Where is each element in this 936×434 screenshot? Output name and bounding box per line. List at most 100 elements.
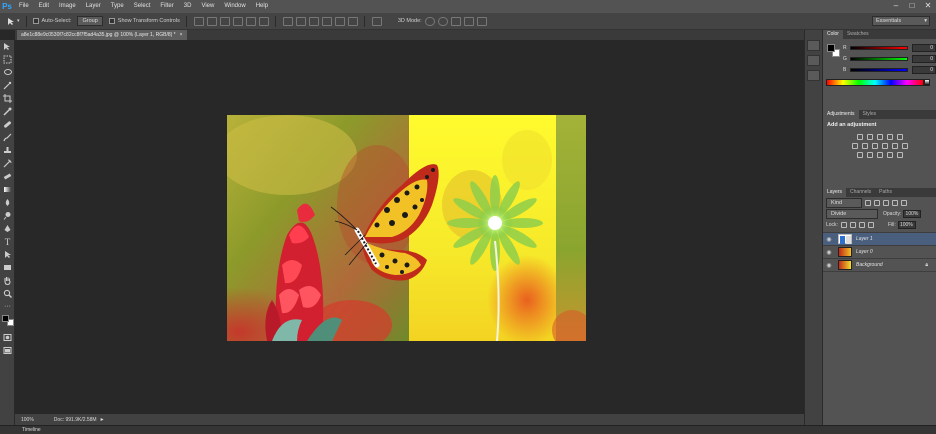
crop-tool[interactable] bbox=[0, 92, 15, 105]
workspace-dropdown[interactable]: Essentials ▾ bbox=[872, 16, 930, 26]
pen-tool[interactable] bbox=[0, 222, 15, 235]
menu-edit[interactable]: Edit bbox=[34, 0, 54, 13]
path-selection-tool[interactable] bbox=[0, 248, 15, 261]
tab-swatches[interactable]: Swatches bbox=[843, 30, 873, 39]
distribute-right-icon[interactable] bbox=[347, 16, 358, 26]
3d-scale-icon[interactable] bbox=[476, 16, 487, 26]
menu-3d[interactable]: 3D bbox=[179, 0, 197, 13]
channel-mixer-icon[interactable] bbox=[891, 143, 898, 149]
clone-stamp-tool[interactable] bbox=[0, 144, 15, 157]
3d-slide-icon[interactable] bbox=[463, 16, 474, 26]
visibility-eye-icon[interactable]: ◉ bbox=[823, 262, 835, 269]
opacity-value[interactable]: 100% bbox=[903, 209, 922, 218]
align-hcenter-icon[interactable] bbox=[245, 16, 256, 26]
filter-smart-object-icon[interactable] bbox=[901, 199, 907, 206]
history-brush-tool[interactable] bbox=[0, 157, 15, 170]
properties-panel-icon[interactable] bbox=[807, 55, 820, 66]
maximize-button[interactable]: □ bbox=[906, 1, 918, 11]
menu-window[interactable]: Window bbox=[219, 0, 250, 13]
document-image[interactable] bbox=[227, 115, 586, 341]
show-transform-checkbox[interactable] bbox=[108, 18, 115, 24]
minimize-button[interactable]: – bbox=[890, 1, 902, 11]
3d-roll-icon[interactable] bbox=[437, 16, 448, 26]
eraser-tool[interactable] bbox=[0, 170, 15, 183]
layer-name[interactable]: Background bbox=[856, 262, 883, 268]
tab-adjustments[interactable]: Adjustments bbox=[823, 110, 859, 119]
color-balance-icon[interactable] bbox=[861, 143, 868, 149]
color-swatches[interactable] bbox=[0, 313, 14, 331]
distribute-bottom-icon[interactable] bbox=[308, 16, 319, 26]
filter-shape-icon[interactable] bbox=[892, 199, 898, 206]
menu-filter[interactable]: Filter bbox=[155, 0, 178, 13]
dodge-tool[interactable] bbox=[0, 209, 15, 222]
tab-channels[interactable]: Channels bbox=[846, 188, 875, 197]
exposure-icon[interactable] bbox=[886, 134, 893, 140]
tab-color[interactable]: Color bbox=[823, 30, 843, 39]
visibility-eye-icon[interactable]: ◉ bbox=[823, 236, 835, 243]
gradient-map-icon[interactable] bbox=[886, 152, 893, 158]
quick-mask-button[interactable] bbox=[0, 331, 15, 344]
photo-filter-icon[interactable] bbox=[881, 143, 888, 149]
distribute-top-icon[interactable] bbox=[282, 16, 293, 26]
close-tab-icon[interactable]: × bbox=[180, 30, 183, 40]
lasso-tool[interactable] bbox=[0, 66, 15, 79]
filter-type-icon[interactable] bbox=[883, 199, 889, 206]
color-spectrum-ramp[interactable] bbox=[826, 79, 924, 86]
doc-info[interactable]: Doc: 991.9K/2.58M bbox=[54, 417, 97, 423]
blue-value[interactable]: 0 bbox=[912, 65, 936, 74]
menu-type[interactable]: Type bbox=[106, 0, 129, 13]
auto-select-dropdown[interactable]: Group bbox=[77, 16, 103, 26]
auto-align-icon[interactable] bbox=[371, 16, 382, 26]
fill-value[interactable]: 100% bbox=[897, 220, 916, 229]
layer-row-layer-0[interactable]: ◉ Layer 0 bbox=[823, 246, 936, 259]
filter-adjustment-icon[interactable] bbox=[874, 199, 880, 206]
lock-transparent-icon[interactable] bbox=[840, 221, 847, 228]
color-lookup-icon[interactable] bbox=[901, 143, 908, 149]
layer-row-layer-1[interactable]: ◉ Layer 1 bbox=[823, 233, 936, 246]
posterize-icon[interactable] bbox=[866, 152, 873, 158]
tab-layers[interactable]: Layers bbox=[823, 188, 847, 197]
selective-color-icon[interactable] bbox=[896, 152, 903, 158]
menu-view[interactable]: View bbox=[196, 0, 219, 13]
blur-tool[interactable] bbox=[0, 196, 15, 209]
align-right-icon[interactable] bbox=[258, 16, 269, 26]
screen-mode-button[interactable] bbox=[0, 344, 15, 357]
distribute-vcenter-icon[interactable] bbox=[295, 16, 306, 26]
hue-saturation-icon[interactable] bbox=[851, 143, 858, 149]
filter-pixel-icon[interactable] bbox=[865, 199, 871, 206]
extra-tools[interactable]: ··· bbox=[0, 300, 15, 313]
align-top-icon[interactable] bbox=[193, 16, 204, 26]
menu-layer[interactable]: Layer bbox=[81, 0, 106, 13]
lock-position-icon[interactable] bbox=[858, 221, 865, 228]
layer-row-background[interactable]: ◉ Background 🔒︎ bbox=[823, 259, 936, 272]
move-tool-preset[interactable]: ▾ bbox=[6, 17, 20, 26]
tab-paths[interactable]: Paths bbox=[875, 188, 896, 197]
distribute-left-icon[interactable] bbox=[321, 16, 332, 26]
distribute-hcenter-icon[interactable] bbox=[334, 16, 345, 26]
green-value[interactable]: 0 bbox=[912, 54, 936, 63]
vibrance-icon[interactable] bbox=[896, 134, 903, 140]
auto-select-checkbox[interactable] bbox=[32, 18, 39, 24]
zoom-level[interactable]: 100% bbox=[21, 417, 34, 423]
visibility-eye-icon[interactable]: ◉ bbox=[823, 249, 835, 256]
green-slider[interactable] bbox=[850, 56, 909, 61]
zoom-tool[interactable] bbox=[0, 287, 15, 300]
move-tool[interactable] bbox=[0, 40, 15, 53]
layer-name[interactable]: Layer 0 bbox=[856, 249, 873, 255]
tab-styles[interactable]: Styles bbox=[859, 110, 881, 119]
align-bottom-icon[interactable] bbox=[219, 16, 230, 26]
align-left-icon[interactable] bbox=[232, 16, 243, 26]
threshold-icon[interactable] bbox=[876, 152, 883, 158]
lock-all-icon[interactable] bbox=[867, 221, 874, 228]
menu-image[interactable]: Image bbox=[54, 0, 81, 13]
menu-help[interactable]: Help bbox=[251, 0, 273, 13]
quick-select-tool[interactable] bbox=[0, 79, 15, 92]
red-slider[interactable] bbox=[850, 45, 909, 50]
foreground-color-swatch[interactable] bbox=[2, 315, 9, 322]
levels-icon[interactable] bbox=[866, 134, 873, 140]
document-tab[interactable]: a8e1c88e9c0530f7c82cc8f7f5ad4a35.jpg @ 1… bbox=[17, 30, 187, 40]
3d-pan-icon[interactable] bbox=[450, 16, 461, 26]
layer-filter-dropdown[interactable]: Kind bbox=[826, 197, 862, 208]
timeline-panel[interactable]: Timeline bbox=[0, 425, 936, 434]
layer-name[interactable]: Layer 1 bbox=[856, 236, 873, 242]
